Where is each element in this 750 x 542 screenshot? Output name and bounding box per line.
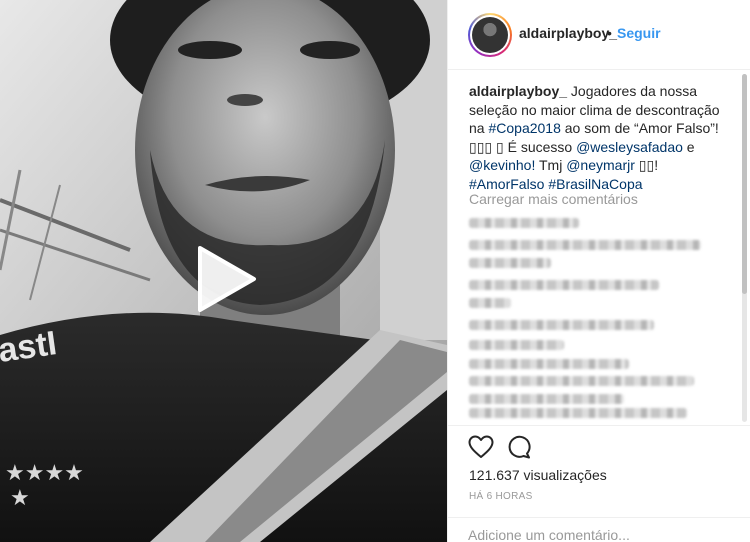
comment-bubble-icon[interactable]	[506, 435, 532, 459]
view-count: 121.637 visualizações	[469, 467, 607, 483]
blurred-comment	[469, 376, 694, 386]
comment-input[interactable]	[468, 527, 728, 542]
svg-text:★: ★	[10, 486, 30, 511]
hashtag-link[interactable]: #Copa2018	[488, 120, 560, 136]
blurred-comment	[469, 280, 659, 290]
blurred-comment	[469, 218, 579, 228]
blurred-comment	[469, 359, 629, 369]
caption-username[interactable]: aldairplayboy_	[469, 83, 567, 99]
separator-dot: •	[607, 25, 612, 41]
post-details-panel: aldairplayboy_ • Seguir aldairplayboy_ J…	[447, 0, 750, 542]
caption-text: ▯▯!	[634, 157, 659, 173]
mention-link[interactable]: @kevinho!	[469, 157, 535, 173]
blurred-comment	[469, 298, 511, 308]
comments-scrollbar-thumb[interactable]	[742, 74, 747, 294]
comments-list[interactable]: aldairplayboy_ Jogadores da nossa seleçã…	[448, 70, 750, 425]
mention-link[interactable]: @neymarjr	[566, 157, 635, 173]
heart-icon[interactable]	[468, 435, 494, 459]
post-timestamp: HÁ 6 HORAS	[469, 491, 533, 502]
post-caption: aldairplayboy_ Jogadores da nossa seleçã…	[469, 82, 731, 193]
caption-text: Tmj	[535, 157, 567, 173]
hashtag-link[interactable]: #AmorFalso	[469, 176, 544, 192]
play-icon[interactable]	[190, 244, 260, 314]
avatar[interactable]	[468, 13, 512, 57]
blurred-comment	[469, 258, 551, 268]
caption-text: e	[682, 138, 695, 155]
add-comment-bar	[448, 517, 750, 542]
hashtag-link[interactable]: #BrasilNaCopa	[548, 176, 642, 192]
avatar-image	[472, 17, 508, 53]
blurred-comment	[469, 408, 687, 418]
blurred-comment	[469, 340, 564, 350]
blurred-comment	[469, 394, 624, 404]
svg-text:★★★★: ★★★★	[5, 461, 84, 486]
blurred-comment	[469, 240, 701, 250]
post-actions: 121.637 visualizações HÁ 6 HORAS	[448, 425, 750, 502]
header-username[interactable]: aldairplayboy_	[519, 25, 617, 41]
follow-button[interactable]: Seguir	[617, 25, 661, 41]
post-header: aldairplayboy_ • Seguir	[448, 0, 750, 70]
post-video[interactable]: astI ★★★★ ★	[0, 0, 447, 542]
mention-link[interactable]: @wesleysafadao	[576, 139, 683, 155]
blurred-comment	[469, 320, 654, 330]
load-more-comments-button[interactable]: Carregar mais comentários	[469, 191, 638, 207]
